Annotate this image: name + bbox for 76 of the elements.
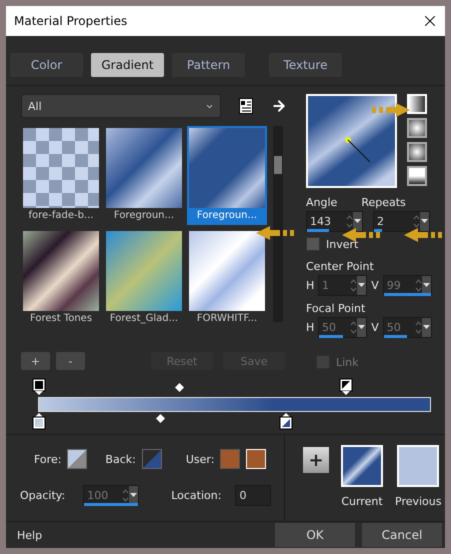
midpoint-icon[interactable] <box>156 414 165 423</box>
checkbox[interactable] <box>306 237 320 251</box>
caret-icon <box>423 283 430 288</box>
gradient-thumbnail[interactable]: Foregroun... <box>187 126 267 225</box>
gradient-thumbnail[interactable]: fore-fade-b... <box>21 126 101 225</box>
number-field[interactable]: 2 <box>373 211 430 232</box>
material-swatch[interactable] <box>341 445 383 487</box>
scrollbar[interactable] <box>273 126 283 322</box>
gradient-style-icon <box>409 168 425 184</box>
list-view-icon[interactable] <box>239 98 253 114</box>
help-link[interactable]: Help <box>17 528 268 542</box>
caret-icon <box>354 219 361 224</box>
arrow-icon <box>342 228 382 242</box>
tab[interactable]: Texture <box>269 53 342 77</box>
dropdown-button[interactable] <box>353 212 362 231</box>
caret-icon <box>421 219 428 224</box>
arrow-icon <box>370 103 410 117</box>
arrow-icon <box>256 226 296 240</box>
arrow-icon <box>404 228 444 242</box>
gradient-thumbnail[interactable]: Forest_Glad... <box>104 229 184 326</box>
gradient-style-icon <box>409 96 425 112</box>
location-field[interactable]: 0 <box>235 485 272 506</box>
number-field[interactable]: 143 <box>306 211 363 232</box>
dialog-button[interactable]: Cancel <box>362 523 442 547</box>
gradient-style-button[interactable] <box>407 166 427 186</box>
gradient-style-icon <box>409 144 425 160</box>
material-swatch[interactable] <box>397 445 440 487</box>
location-label: Location: <box>171 489 222 502</box>
tab[interactable]: Color <box>10 53 83 77</box>
user-label: User: <box>186 452 214 466</box>
dialog-button[interactable]: OK <box>275 523 355 547</box>
gradient-thumbnail[interactable]: Foregroun... <box>104 126 184 225</box>
section-label: Focal Point <box>306 302 366 315</box>
category-dropdown[interactable]: All <box>21 94 221 118</box>
user-swatch[interactable] <box>220 449 240 469</box>
axis-label: H <box>306 321 314 334</box>
window-title: Material Properties <box>14 14 128 28</box>
gradient-bar[interactable] <box>38 397 431 412</box>
stop-button[interactable]: + <box>21 352 50 370</box>
add-button[interactable]: + <box>303 447 329 473</box>
color-stop-icon[interactable] <box>32 412 46 430</box>
invert-label: Invert <box>326 238 358 250</box>
dropdown-button[interactable] <box>420 212 429 231</box>
opacity-label: Opacity: <box>20 489 66 502</box>
gradient-preview[interactable] <box>306 94 397 188</box>
gradient-thumbnail[interactable]: FORWHITF... <box>187 229 267 326</box>
section-label: Center Point <box>306 260 375 273</box>
gradient-style-icon <box>409 120 425 136</box>
arrow-right-icon[interactable] <box>271 98 287 114</box>
caret-icon <box>130 493 138 498</box>
midpoint-icon[interactable] <box>175 383 184 392</box>
angle-label: Angle <box>306 196 338 209</box>
gradient-thumbnail[interactable]: Forest Tones <box>21 229 101 326</box>
axis-label: H <box>306 279 314 292</box>
color-stop-icon[interactable] <box>279 412 293 430</box>
link-label: Link <box>336 356 359 368</box>
tab[interactable]: Pattern <box>172 53 245 77</box>
caret-icon <box>358 283 366 288</box>
opacity-stop-icon[interactable] <box>32 378 46 396</box>
back-swatch[interactable] <box>142 449 162 469</box>
swatch-label: Previous <box>395 495 442 508</box>
axis-label: V <box>371 279 379 292</box>
spin-arrows-icon[interactable] <box>413 214 420 229</box>
caret-icon <box>423 325 430 330</box>
stop-button[interactable]: - <box>56 352 85 370</box>
swatch-label: Current <box>341 495 383 508</box>
back-label: Back: <box>105 452 136 466</box>
repeats-label: Repeats <box>361 196 406 209</box>
tab[interactable]: Gradient <box>91 53 164 77</box>
spin-arrows-icon[interactable] <box>346 214 353 229</box>
gradient-style-button[interactable] <box>407 142 427 162</box>
axis-label: V <box>371 321 379 334</box>
opacity-stop-icon[interactable] <box>339 378 353 396</box>
fore-label: Fore: <box>34 452 62 466</box>
fore-swatch[interactable] <box>67 449 88 469</box>
caret-icon <box>358 325 366 330</box>
